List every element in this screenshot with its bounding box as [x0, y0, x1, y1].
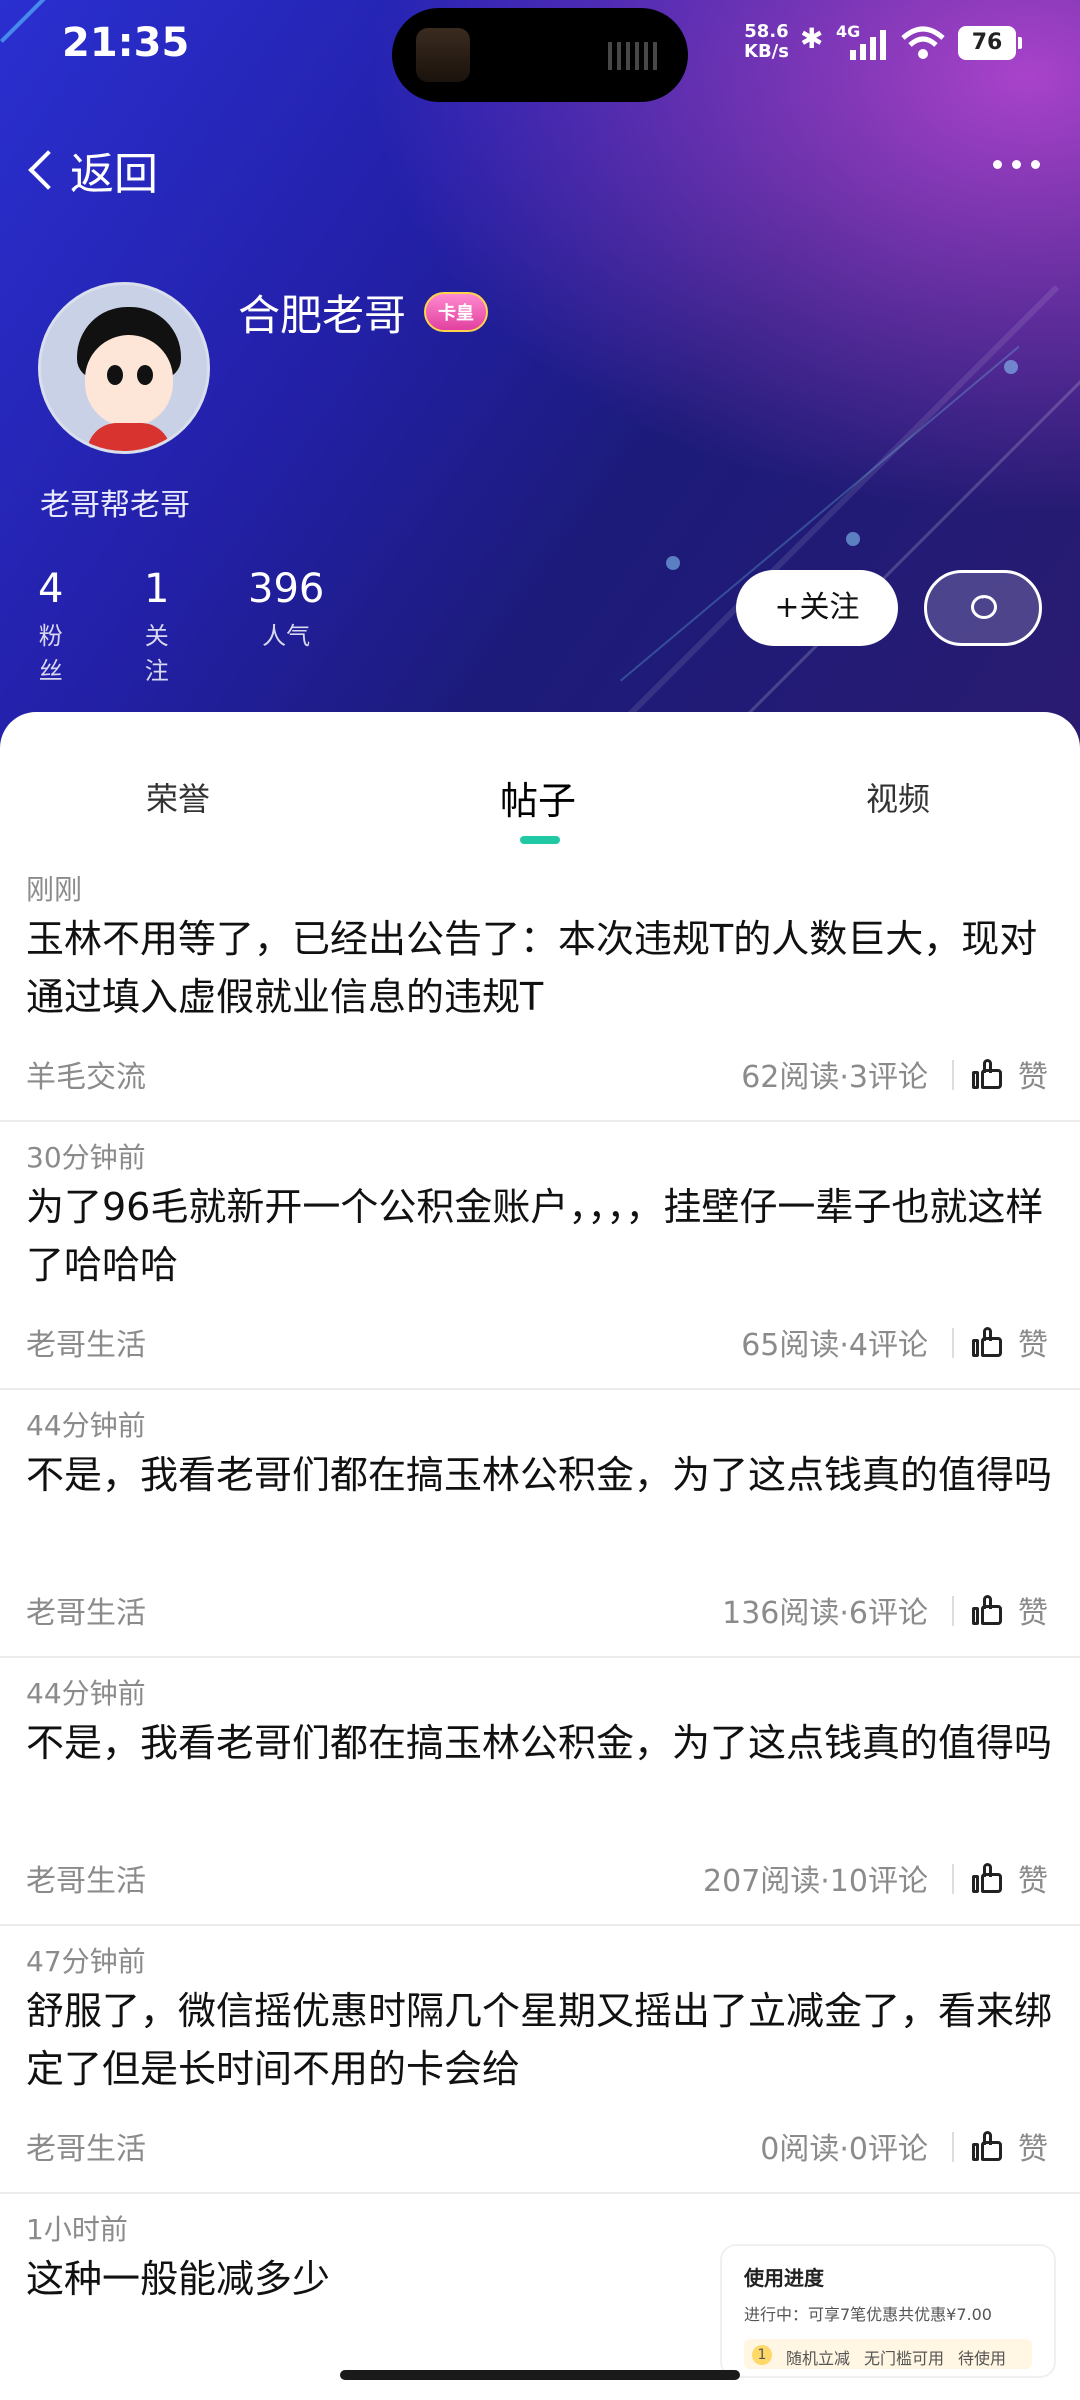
like-button[interactable]: 赞 — [972, 2124, 1048, 2168]
bg-dot — [846, 532, 860, 546]
back-button[interactable]: 返回 — [22, 138, 158, 202]
like-button[interactable]: 赞 — [972, 1052, 1048, 1096]
like-button[interactable]: 赞 — [972, 1588, 1048, 1632]
thumbs-up-icon — [972, 1863, 1002, 1893]
post-stats: 65阅读·4评论 — [741, 1328, 928, 1363]
tab-bar: 荣誉 帖子 视频 — [0, 774, 1080, 834]
post-list: 刚刚 玉林不用等了，已经出公告了：本次违规T的人数巨大，现对通过填入虚假就业信息… — [0, 854, 1080, 2400]
bg-dot — [666, 556, 680, 570]
more-dot-icon — [1031, 160, 1040, 169]
message-button[interactable] — [924, 570, 1042, 646]
like-button[interactable]: 赞 — [972, 1856, 1048, 1900]
stat-popularity: 396 人气 — [248, 566, 325, 650]
battery-indicator: 76 — [958, 26, 1022, 60]
post-title[interactable]: 不是，我看老哥们都在搞玉林公积金，为了这点钱真的值得吗 — [26, 1446, 1056, 1504]
more-dot-icon — [993, 160, 1002, 169]
post-title[interactable]: 这种一般能减多少 — [26, 2250, 706, 2308]
like-label: 赞 — [1018, 1328, 1048, 1363]
wifi-icon — [900, 24, 946, 69]
bg-dot — [1004, 360, 1018, 374]
post-time: 刚刚 — [26, 873, 83, 906]
tab-active-indicator — [520, 836, 560, 844]
post-stats: 136阅读·6评论 — [722, 1596, 928, 1631]
post-category[interactable]: 老哥生活 — [26, 1856, 146, 1900]
divider — [952, 1328, 954, 1358]
bluetooth-icon: ✱ — [800, 22, 824, 55]
thumbs-up-icon — [972, 1059, 1002, 1089]
username: 合肥老哥 — [238, 291, 407, 340]
tab-honors[interactable]: 荣誉 — [146, 774, 210, 820]
like-label: 赞 — [1018, 1060, 1048, 1095]
post-title[interactable]: 舒服了，微信摇优惠时隔几个星期又摇出了立减金了，看来绑定了但是长时间不用的卡会给 — [26, 1982, 1056, 2098]
post-stats: 0阅读·0评论 — [760, 2132, 928, 2167]
avatar[interactable] — [38, 282, 210, 454]
follow-button[interactable]: +关注 — [736, 570, 898, 646]
post-time: 30分钟前 — [26, 1141, 146, 1174]
tab-videos[interactable]: 视频 — [866, 774, 930, 820]
list-item[interactable]: 44分钟前 不是，我看老哥们都在搞玉林公积金，为了这点钱真的值得吗 老哥生活 2… — [0, 1658, 1080, 1926]
post-image-preview[interactable]: 使用进度 进行中：可享7笔优惠共优惠¥7.00 1 随机立减 无门槛可用 待使用 — [722, 2246, 1054, 2376]
profile-header: 21:35 58.6 KB/s ✱ 4G 76 返回 合肥老哥 卡皇 老哥帮老哥… — [0, 0, 1080, 760]
divider — [952, 1596, 954, 1626]
home-indicator[interactable] — [340, 2370, 740, 2380]
post-time: 44分钟前 — [26, 1677, 146, 1710]
user-signature: 老哥帮老哥 — [40, 488, 190, 523]
back-label: 返回 — [70, 149, 158, 200]
divider — [952, 1864, 954, 1894]
bg-streak — [680, 285, 1080, 760]
list-item[interactable]: 刚刚 玉林不用等了，已经出公告了：本次违规T的人数巨大，现对通过填入虚假就业信息… — [0, 854, 1080, 1122]
post-title[interactable]: 为了96毛就新开一个公积金账户，，，，挂壁仔一辈子也就这样了哈哈哈 — [26, 1178, 1056, 1294]
network-speed: 58.6 KB/s — [744, 21, 789, 62]
divider — [952, 2132, 954, 2162]
like-button[interactable]: 赞 — [972, 1320, 1048, 1364]
post-time: 44分钟前 — [26, 1409, 146, 1442]
post-time: 1小时前 — [26, 2213, 128, 2246]
thumbs-up-icon — [972, 1327, 1002, 1357]
list-item[interactable]: 30分钟前 为了96毛就新开一个公积金账户，，，，挂壁仔一辈子也就这样了哈哈哈 … — [0, 1122, 1080, 1390]
tab-posts[interactable]: 帖子 — [500, 770, 576, 825]
more-dot-icon — [1012, 160, 1021, 169]
dynamic-island[interactable] — [392, 8, 688, 102]
more-options-button[interactable] — [993, 160, 1040, 169]
list-item[interactable]: 44分钟前 不是，我看老哥们都在搞玉林公积金，为了这点钱真的值得吗 老哥生活 1… — [0, 1390, 1080, 1658]
stat-following[interactable]: 1 关注 — [144, 566, 169, 686]
media-thumbnail — [416, 28, 470, 82]
like-label: 赞 — [1018, 2132, 1048, 2167]
post-category[interactable]: 羊毛交流 — [26, 1052, 146, 1096]
post-title[interactable]: 不是，我看老哥们都在搞玉林公积金，为了这点钱真的值得吗 — [26, 1714, 1056, 1772]
status-bar: 21:35 58.6 KB/s ✱ 4G 76 — [0, 0, 1080, 102]
post-title[interactable]: 玉林不用等了，已经出公告了：本次违规T的人数巨大，现对通过填入虚假就业信息的违规… — [26, 910, 1056, 1026]
chat-bubble-icon — [971, 588, 997, 619]
post-stats: 207阅读·10评论 — [703, 1864, 928, 1899]
divider — [952, 1060, 954, 1090]
list-item[interactable]: 47分钟前 舒服了，微信摇优惠时隔几个星期又摇出了立减金了，看来绑定了但是长时间… — [0, 1926, 1080, 2194]
like-label: 赞 — [1018, 1596, 1048, 1631]
post-category[interactable]: 老哥生活 — [26, 1588, 146, 1632]
crown-badge-icon: 卡皇 — [424, 292, 488, 332]
post-stats: 62阅读·3评论 — [741, 1060, 928, 1095]
post-category[interactable]: 老哥生活 — [26, 1320, 146, 1364]
thumbs-up-icon — [972, 1595, 1002, 1625]
content-sheet: 荣誉 帖子 视频 刚刚 玉林不用等了，已经出公告了：本次违规T的人数巨大，现对通… — [0, 712, 1080, 2400]
post-time: 47分钟前 — [26, 1945, 146, 1978]
like-label: 赞 — [1018, 1864, 1048, 1899]
status-time: 21:35 — [62, 20, 190, 66]
thumbs-up-icon — [972, 2131, 1002, 2161]
chevron-left-icon — [28, 150, 68, 190]
audio-wave-icon — [608, 42, 660, 70]
post-category[interactable]: 老哥生活 — [26, 2124, 146, 2168]
stat-fans[interactable]: 4 粉丝 — [38, 566, 63, 686]
signal-icon — [848, 28, 892, 69]
